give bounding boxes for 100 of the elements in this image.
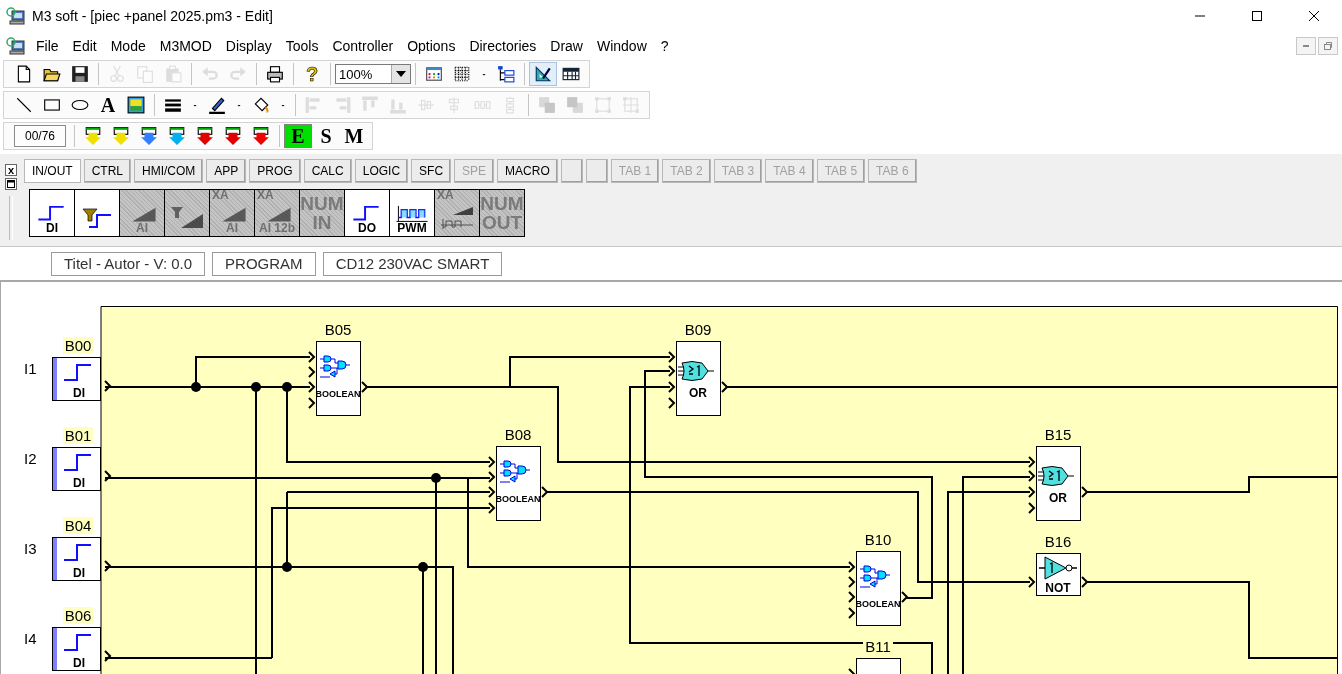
- paint-bucket-icon: [252, 96, 270, 114]
- boolean-block[interactable]: [488, 446, 549, 521]
- filter-bars-icon: [169, 207, 205, 229]
- copy-icon: [136, 65, 154, 83]
- pen-icon: [208, 96, 226, 114]
- or-gate-icon: [677, 361, 715, 381]
- block-id: B04: [64, 517, 92, 534]
- function-tile[interactable]: [74, 189, 120, 237]
- counter-button[interactable]: 00/76: [14, 125, 66, 147]
- tree-icon: [497, 65, 515, 83]
- block-id: B06: [64, 607, 92, 624]
- menu-item[interactable]: Edit: [65, 36, 104, 56]
- palette-tab[interactable]: CTRL: [83, 159, 131, 183]
- clipboard-icon: [164, 65, 182, 83]
- menu-item[interactable]: Options: [400, 36, 463, 56]
- restore-button[interactable]: [1318, 37, 1338, 55]
- restore-icon: [1323, 41, 1333, 51]
- palette-tab[interactable]: SFC: [411, 159, 452, 183]
- minimize-icon: [1303, 45, 1309, 47]
- palette-tab[interactable]: APP: [206, 159, 247, 183]
- grid-icon: [453, 65, 471, 83]
- boolean-block[interactable]: [848, 658, 901, 674]
- ungroup-icon: [622, 96, 640, 114]
- tool-button[interactable]: A: [94, 93, 122, 117]
- page-icon: [15, 65, 33, 83]
- color-grid-icon: [425, 65, 443, 83]
- digital-input-block[interactable]: [52, 537, 112, 581]
- block-id: B05: [324, 321, 352, 338]
- menu-item[interactable]: Controller: [325, 36, 401, 56]
- or-gate-icon: [1037, 466, 1075, 486]
- align-bottom-icon: [389, 96, 407, 114]
- letter-button[interactable]: S: [312, 124, 340, 148]
- menu-item[interactable]: Tools: [278, 36, 326, 56]
- junction-dot: [282, 562, 292, 572]
- printer-icon: [266, 65, 284, 83]
- close-button[interactable]: x: [5, 164, 17, 176]
- menu-item[interactable]: M3MOD: [152, 36, 219, 56]
- palette-tab[interactable]: HMI/COM: [134, 159, 204, 183]
- block-id: B09: [684, 321, 712, 338]
- palette-tab[interactable]: LOGIC: [354, 159, 409, 183]
- digital-input-block[interactable]: [52, 627, 112, 671]
- menu-item[interactable]: Display: [218, 36, 279, 56]
- logic-gates-icon: [859, 565, 891, 588]
- digital-input-block[interactable]: [52, 357, 112, 401]
- palette-tab[interactable]: PROG: [249, 159, 301, 183]
- block-id: B10: [864, 531, 892, 548]
- maximize-icon: [7, 180, 15, 188]
- align-top-icon: [361, 96, 379, 114]
- block-id: B08: [504, 426, 532, 443]
- block-type-label: DI: [73, 566, 85, 580]
- block-type-label: DI: [73, 656, 85, 670]
- maximize-button[interactable]: [5, 178, 17, 190]
- palette-tab[interactable]: CALC: [303, 159, 352, 183]
- not-gate-icon: [1038, 556, 1078, 580]
- logic-gates-icon: [319, 355, 351, 378]
- boolean-block[interactable]: [848, 551, 909, 626]
- floppy-icon: [71, 65, 89, 83]
- block-type-label: OR: [1049, 491, 1067, 505]
- input-label: I2: [24, 450, 37, 467]
- menu-item[interactable]: File: [29, 36, 66, 56]
- table-icon: [562, 65, 580, 83]
- undo-icon: [201, 65, 219, 83]
- toolbar-button[interactable]: [529, 62, 557, 86]
- group-icon: [594, 96, 612, 114]
- junction-dot: [251, 382, 261, 392]
- function-tile[interactable]: DO: [344, 189, 390, 237]
- block-id: B11: [865, 638, 891, 655]
- input-label: I3: [24, 540, 37, 557]
- info-field: PROGRAM: [212, 251, 316, 276]
- digital-input-block[interactable]: [52, 447, 112, 491]
- block-id: B15: [1044, 426, 1072, 443]
- computer-icon: [6, 6, 26, 26]
- info-field: CD12 230VAC SMART: [322, 251, 503, 276]
- menu-item[interactable]: Window: [589, 36, 654, 56]
- boolean-block[interactable]: [308, 341, 369, 416]
- block-type-label: NOT: [1045, 581, 1071, 595]
- menu-item[interactable]: ?: [653, 36, 676, 56]
- junction-dot: [282, 382, 292, 392]
- step-icon: [63, 544, 92, 561]
- align-right-icon: [333, 96, 351, 114]
- input-label: I4: [24, 630, 37, 647]
- menu-item[interactable]: Mode: [103, 36, 153, 56]
- rectangle-icon: [43, 96, 61, 114]
- function-tile[interactable]: PWM: [389, 189, 435, 237]
- zoom-dropdown[interactable]: 100%: [335, 64, 411, 84]
- info-field: Titel - Autor - V: 0.0: [51, 251, 206, 276]
- letter-button[interactable]: M: [340, 124, 368, 148]
- junction-dot: [431, 473, 441, 483]
- step-icon: [63, 454, 92, 471]
- image-icon: [127, 96, 145, 114]
- palette-tab[interactable]: MACRO: [497, 159, 558, 183]
- palette-tab[interactable]: IN/OUT: [24, 159, 81, 183]
- menu-item[interactable]: Directories: [462, 36, 544, 56]
- menu-item[interactable]: Draw: [543, 36, 590, 56]
- block-type-label: OR: [689, 386, 707, 400]
- block-id: B01: [64, 427, 92, 444]
- caret-icon: [396, 70, 406, 78]
- function-tile[interactable]: DI: [29, 189, 75, 237]
- letter-button[interactable]: E: [284, 124, 312, 148]
- minimize-button[interactable]: [1296, 37, 1316, 55]
